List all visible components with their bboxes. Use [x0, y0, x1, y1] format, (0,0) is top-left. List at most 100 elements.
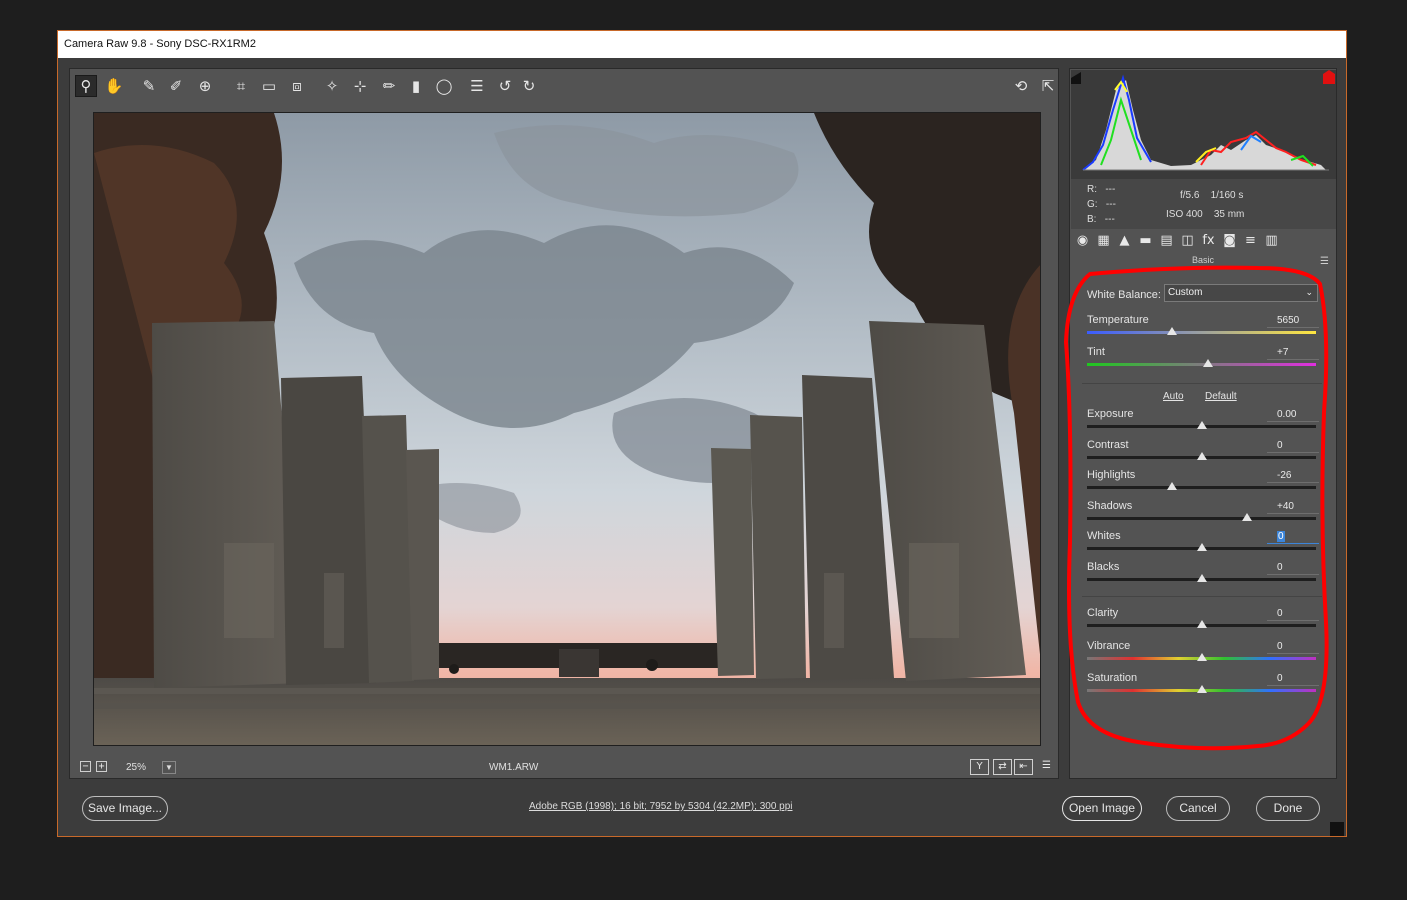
vibrance-value-field[interactable]: 0: [1267, 639, 1319, 654]
toggle-mark-icon[interactable]: ⟲: [1010, 75, 1032, 97]
whites-value: 0: [1277, 531, 1285, 542]
crop-tool[interactable]: ⌗: [230, 75, 252, 97]
transform-tool[interactable]: ⧈: [286, 75, 308, 97]
shadow-clipping-icon[interactable]: [1071, 72, 1081, 84]
color-sampler-tool[interactable]: ✐: [165, 75, 187, 97]
rotate-left-tool[interactable]: ↺: [494, 75, 516, 97]
open-image-button[interactable]: Open Image: [1062, 796, 1142, 821]
tint-slider-track[interactable]: [1087, 363, 1316, 366]
histogram: [1071, 70, 1336, 179]
default-button[interactable]: Default: [1205, 391, 1237, 402]
copy-settings-button[interactable]: ⇤: [1014, 759, 1033, 775]
effects-tab-icon[interactable]: fx: [1200, 232, 1217, 249]
highlight-clipping-icon[interactable]: [1323, 70, 1335, 84]
straighten-tool[interactable]: ▭: [258, 75, 280, 97]
white-balance-value: Custom: [1168, 287, 1203, 298]
panel-menu-icon[interactable]: ☰: [1320, 256, 1329, 267]
contrast-slider-thumb[interactable]: [1196, 452, 1207, 460]
blacks-label: Blacks: [1087, 561, 1120, 573]
tint-value: +7: [1277, 347, 1289, 358]
toggle-settings-button[interactable]: ☰: [1037, 759, 1056, 775]
detail-tab-icon[interactable]: ▲: [1116, 232, 1133, 249]
temperature-slider-track[interactable]: [1087, 331, 1316, 334]
preferences-tool[interactable]: ☰: [466, 75, 488, 97]
exposure-slider-thumb[interactable]: [1196, 421, 1207, 429]
blacks-value-field[interactable]: 0: [1267, 560, 1319, 575]
white-balance-tool[interactable]: ✎: [138, 75, 160, 97]
exposure-value-field[interactable]: 0.00: [1267, 407, 1319, 422]
g-value: ---: [1105, 199, 1116, 210]
zoom-tool[interactable]: ⚲: [75, 75, 97, 97]
contrast-value-field[interactable]: 0: [1267, 438, 1319, 453]
iso: ISO 400: [1166, 209, 1203, 220]
vibrance-slider-thumb[interactable]: [1196, 653, 1207, 661]
b-value: ---: [1104, 214, 1115, 225]
shadows-slider-track[interactable]: [1087, 517, 1316, 520]
shadows-label: Shadows: [1087, 500, 1133, 512]
zoom-dropdown-icon[interactable]: ▼: [162, 761, 176, 774]
highlights-slider-thumb[interactable]: [1166, 482, 1177, 490]
lens-corrections-tab-icon[interactable]: ◫: [1179, 232, 1196, 249]
adjustment-brush-tool[interactable]: ✏: [378, 75, 400, 97]
swap-settings-button[interactable]: ⇄: [993, 759, 1012, 775]
save-image-button[interactable]: Save Image...: [82, 796, 168, 821]
saturation-value: 0: [1277, 673, 1283, 684]
shadows-slider-thumb[interactable]: [1242, 513, 1253, 521]
whites-slider-thumb[interactable]: [1196, 543, 1207, 551]
workflow-options-link[interactable]: Adobe RGB (1998); 16 bit; 7952 by 5304 (…: [529, 801, 793, 812]
whites-label: Whites: [1087, 530, 1121, 542]
focal-length: 35 mm: [1213, 209, 1245, 220]
tint-value-field[interactable]: +7: [1267, 345, 1319, 360]
fullscreen-icon[interactable]: ⇱: [1037, 75, 1059, 97]
zoom-out-button[interactable]: −: [80, 761, 91, 772]
highlights-value-field[interactable]: -26: [1267, 468, 1319, 483]
clarity-slider-thumb[interactable]: [1196, 620, 1207, 628]
presets-tab-icon[interactable]: ≡: [1242, 232, 1259, 249]
auto-button[interactable]: Auto: [1163, 391, 1184, 402]
shutter-speed: 1/160 s: [1210, 190, 1244, 201]
snapshots-tab-icon[interactable]: ▥: [1263, 232, 1280, 249]
hsl-tab-icon[interactable]: ▬: [1137, 232, 1154, 249]
radial-filter-tool[interactable]: ◯: [433, 75, 455, 97]
basic-tab-icon[interactable]: ◉: [1074, 232, 1091, 249]
white-balance-select[interactable]: Custom ⌄: [1164, 284, 1318, 302]
rotate-right-tool[interactable]: ↻: [518, 75, 540, 97]
panel-tabs: ◉ ▦ ▲ ▬ ▤ ◫ fx ◙ ≡ ▥: [1070, 229, 1336, 253]
clarity-value-field[interactable]: 0: [1267, 606, 1319, 621]
saturation-label: Saturation: [1087, 672, 1138, 684]
shadows-value: +40: [1277, 501, 1294, 512]
cancel-button[interactable]: Cancel: [1166, 796, 1230, 821]
tone-curve-tab-icon[interactable]: ▦: [1095, 232, 1112, 249]
before-after-view-button[interactable]: Y: [970, 759, 989, 775]
done-button[interactable]: Done: [1256, 796, 1320, 821]
saturation-value-field[interactable]: 0: [1267, 671, 1319, 686]
vibrance-label: Vibrance: [1087, 640, 1131, 652]
clarity-label: Clarity: [1087, 607, 1119, 619]
tint-slider-thumb[interactable]: [1203, 359, 1214, 367]
whites-value-field[interactable]: 0: [1267, 529, 1319, 544]
graduated-filter-tool[interactable]: ▮: [405, 75, 427, 97]
temperature-slider-thumb[interactable]: [1166, 327, 1177, 335]
highlights-slider-track[interactable]: [1087, 486, 1316, 489]
red-eye-tool[interactable]: ⊹: [349, 75, 371, 97]
toolbar: ⚲ ✋ ✎ ✐ ⊕ ⌗ ▭ ⧈ ✧ ⊹ ✏ ▮ ◯ ☰ ↺ ↻ ⟲ ⇱: [70, 69, 1058, 103]
preview-status-bar: − + 25% ▼ WM1.ARW Y ⇄ ⇤ ☰: [70, 756, 1058, 778]
shadows-value-field[interactable]: +40: [1267, 499, 1319, 514]
zoom-in-button[interactable]: +: [96, 761, 107, 772]
hand-tool[interactable]: ✋: [103, 75, 125, 97]
spot-removal-tool[interactable]: ✧: [321, 75, 343, 97]
blacks-value: 0: [1277, 562, 1283, 573]
divider: [1082, 383, 1322, 384]
blacks-slider-thumb[interactable]: [1196, 574, 1207, 582]
temperature-value-field[interactable]: 5650: [1267, 313, 1319, 328]
r-value: ---: [1105, 184, 1116, 195]
targeted-adjustment-tool[interactable]: ⊕: [194, 75, 216, 97]
footer: Save Image... Adobe RGB (1998); 16 bit; …: [58, 793, 1346, 833]
image-preview[interactable]: [93, 112, 1041, 746]
saturation-slider-thumb[interactable]: [1196, 685, 1207, 693]
preview-pane: ⚲ ✋ ✎ ✐ ⊕ ⌗ ▭ ⧈ ✧ ⊹ ✏ ▮ ◯ ☰ ↺ ↻ ⟲ ⇱ − + …: [69, 68, 1059, 779]
zoom-level: 25%: [126, 762, 147, 773]
split-toning-tab-icon[interactable]: ▤: [1158, 232, 1175, 249]
resize-grip[interactable]: [1330, 822, 1344, 836]
camera-calibration-tab-icon[interactable]: ◙: [1221, 232, 1238, 249]
